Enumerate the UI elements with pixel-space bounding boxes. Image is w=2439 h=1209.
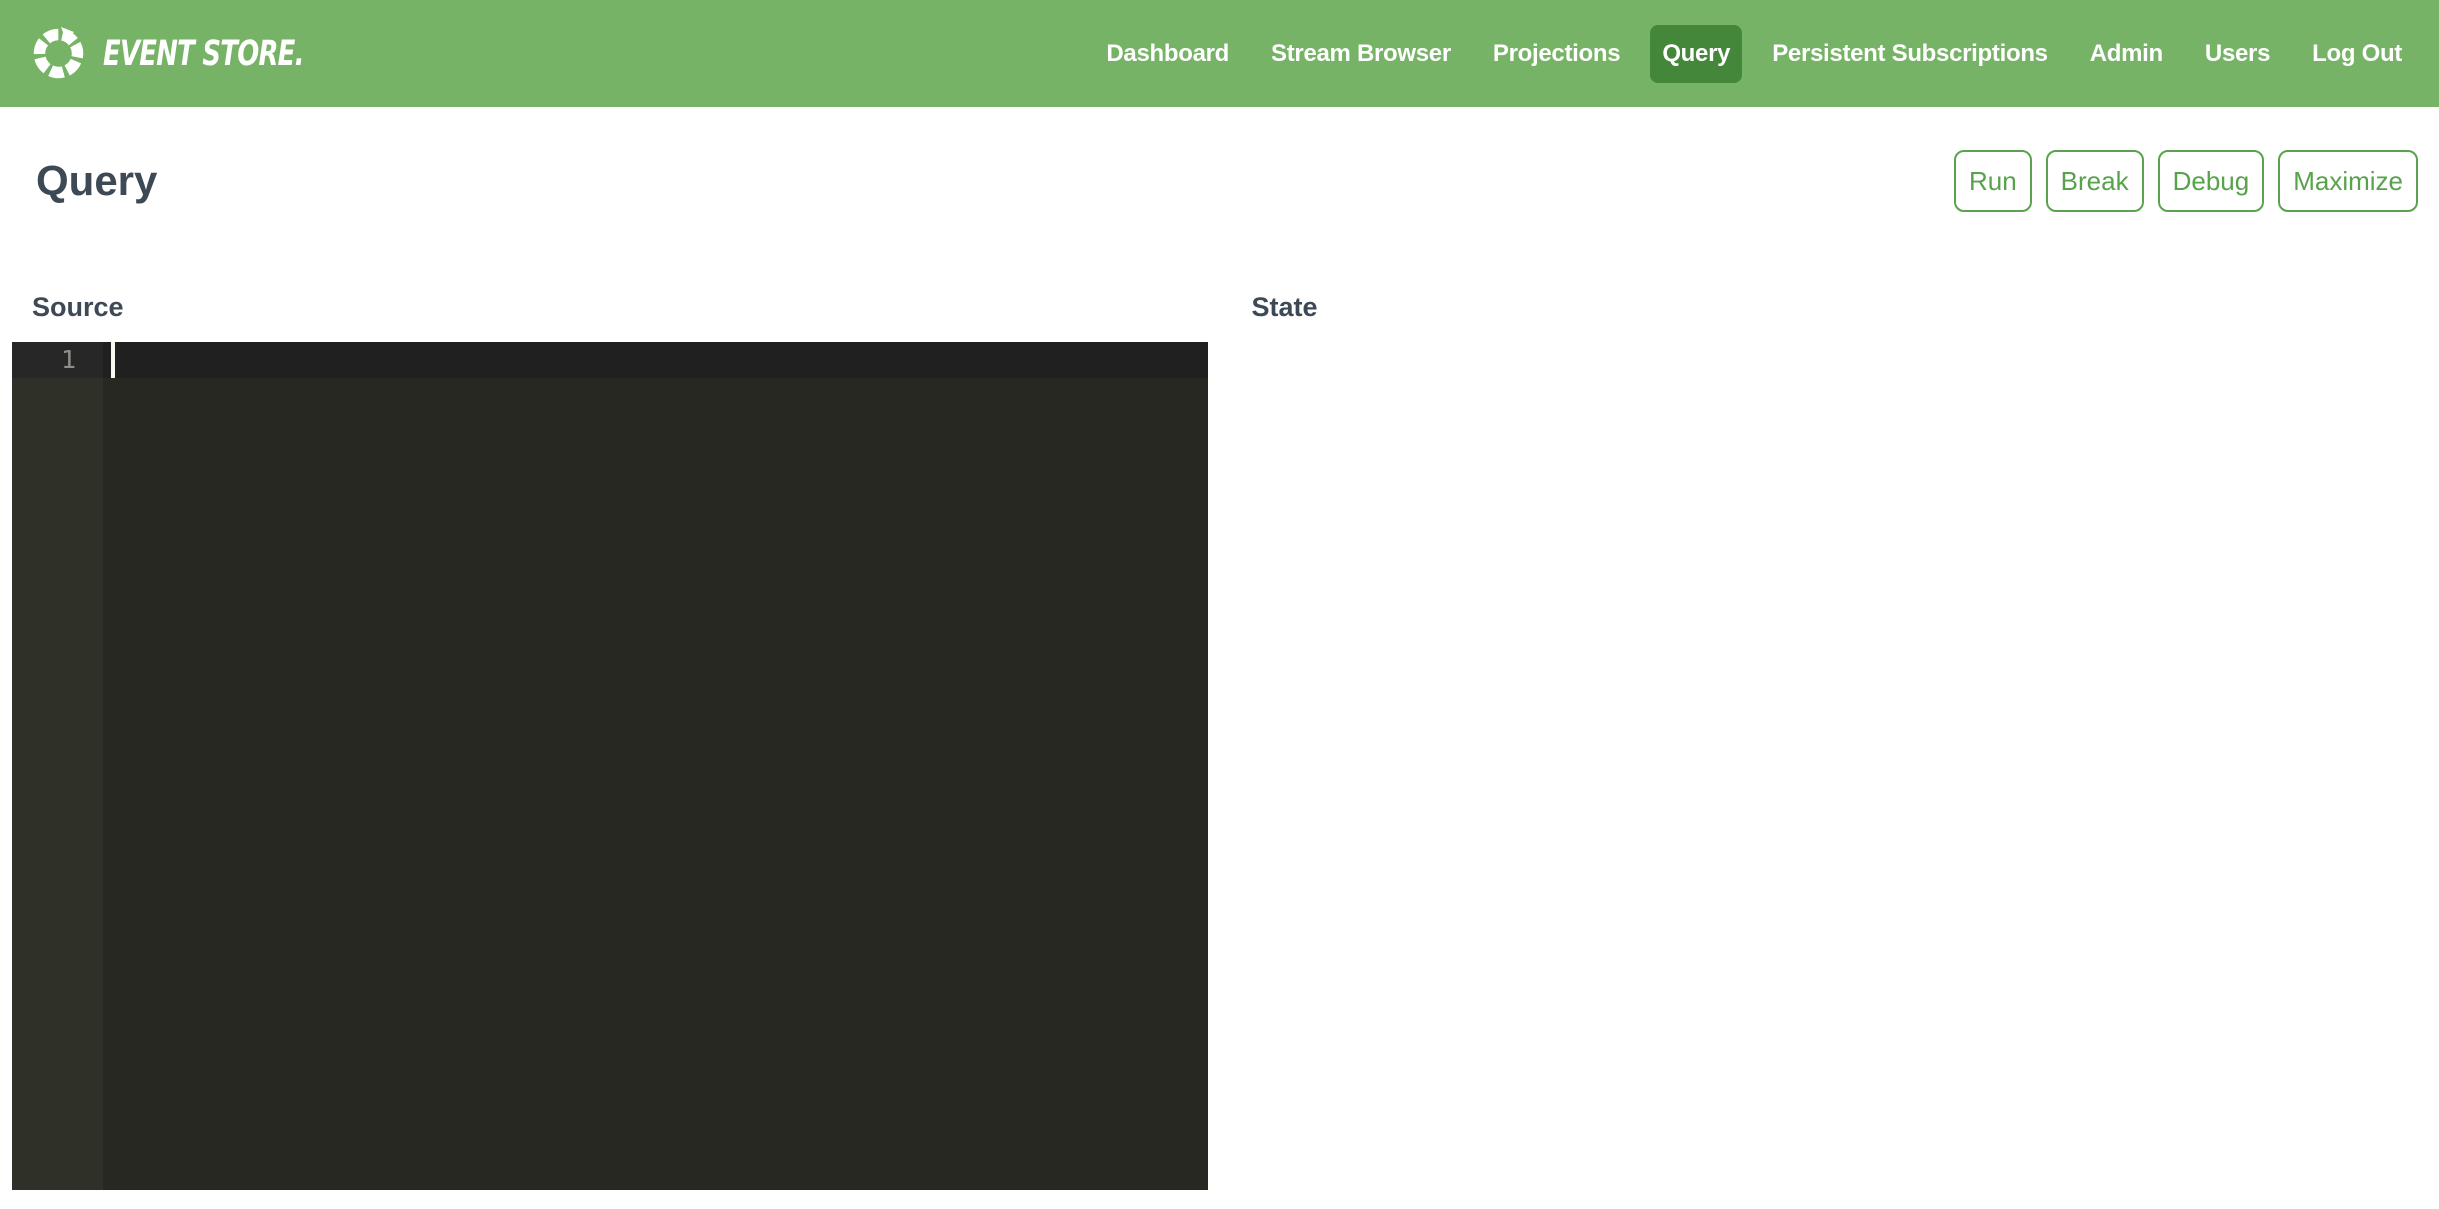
nav-item-persistent-subscriptions[interactable]: Persistent Subscriptions	[1760, 25, 2060, 83]
state-panel-content	[1232, 342, 2428, 442]
debug-button[interactable]: Debug	[2158, 150, 2265, 212]
nav-item-stream-browser[interactable]: Stream Browser	[1259, 25, 1463, 83]
page-title: Query	[36, 158, 157, 204]
state-panel: State	[1220, 292, 2439, 1190]
eventstore-wordmark: EVENT STORE.	[103, 34, 304, 74]
eventstore-logo-icon	[30, 25, 87, 82]
nav-item-admin[interactable]: Admin	[2078, 25, 2175, 83]
nav-item-query[interactable]: Query	[1650, 25, 1742, 83]
query-source-editor[interactable]: 1	[12, 342, 1208, 1190]
editor-active-line-highlight	[103, 342, 1208, 378]
run-button[interactable]: Run	[1954, 150, 2032, 212]
nav-item-users[interactable]: Users	[2193, 25, 2282, 83]
nav-item-dashboard[interactable]: Dashboard	[1094, 25, 1241, 83]
nav-item-projections[interactable]: Projections	[1481, 25, 1632, 83]
query-toolbar: Run Break Debug Maximize	[1940, 150, 2418, 212]
navbar-menu: Dashboard Stream Browser Projections Que…	[1085, 25, 2423, 83]
source-panel: Source 1	[0, 292, 1220, 1190]
editor-text-cursor	[111, 342, 115, 378]
editor-line-number-gutter: 1	[12, 342, 103, 1190]
editor-line-number: 1	[12, 342, 103, 378]
main-content: Source 1 State	[0, 292, 2439, 1190]
page-header: Query Run Break Debug Maximize	[36, 150, 2418, 212]
break-button[interactable]: Break	[2046, 150, 2144, 212]
eventstore-brand: EVENT STORE.	[30, 25, 374, 82]
nav-item-log-out[interactable]: Log Out	[2300, 25, 2414, 83]
editor-text-area[interactable]	[103, 342, 1208, 1190]
maximize-button[interactable]: Maximize	[2278, 150, 2418, 212]
top-navbar: EVENT STORE. Dashboard Stream Browser Pr…	[0, 0, 2439, 107]
state-panel-label: State	[1232, 292, 2428, 322]
source-panel-label: Source	[12, 292, 1208, 322]
